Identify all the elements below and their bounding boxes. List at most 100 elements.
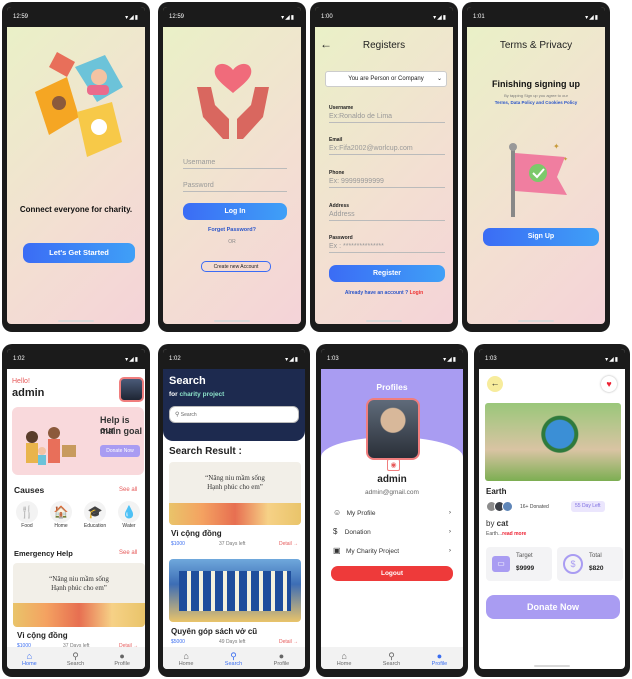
password-input[interactable]: Password: [183, 182, 287, 192]
chevron-right-icon: ›: [448, 547, 451, 554]
status-time: 1:01: [473, 14, 485, 20]
menu-my-charity-project[interactable]: ▣ My Charity Project ›: [333, 544, 451, 558]
home-indicator: [58, 320, 94, 322]
tab-profile-label: Profile: [431, 661, 448, 667]
password-field[interactable]: Ex : ***************: [329, 243, 445, 253]
phone-field[interactable]: Ex: 99999999999: [329, 178, 445, 188]
project-name: Earth: [486, 487, 507, 496]
get-started-button[interactable]: Let's Get Started: [23, 243, 135, 263]
account-type-select[interactable]: You are Person or Company ⌄: [325, 71, 447, 87]
result-card-1-days: 37 Days left: [219, 541, 246, 547]
favorite-heart-icon[interactable]: ♥: [601, 376, 617, 392]
donate-now-button[interactable]: Donate Now: [486, 595, 620, 619]
status-bar: 1:03 ▾◢▮: [321, 349, 463, 369]
phone-label: Phone: [329, 170, 345, 176]
tab-profile[interactable]: ● Profile: [273, 652, 290, 668]
tab-search[interactable]: ⚲ Search: [225, 651, 242, 668]
search-icon: ⚲: [230, 651, 237, 661]
avatar[interactable]: [119, 377, 144, 402]
graduation-cap-icon: 🎓: [84, 501, 106, 523]
hello-text: Hello!: [12, 378, 30, 385]
person-outline-icon: ☺: [333, 508, 342, 517]
user-name: admin: [12, 387, 45, 399]
result-card-2-image[interactable]: [169, 559, 301, 622]
read-more-link[interactable]: read more: [502, 531, 526, 537]
tab-home[interactable]: ⌂ Home: [178, 652, 194, 668]
phone-frame-detail: 1:03 ▾◢▮ ← ♥ Earth 16+ Donated 55 Day Lef…: [474, 344, 630, 677]
register-screen: 1:00 ▾◢▮ ← Registers You are Person or Co…: [315, 7, 453, 324]
cause-home[interactable]: 🏠 Home: [47, 501, 75, 529]
terms-title: Terms & Privacy: [499, 40, 573, 51]
tab-profile[interactable]: ● Profile: [431, 652, 448, 668]
total-label: Total: [589, 553, 602, 559]
profile-photo: [366, 398, 420, 460]
policy-link[interactable]: Terms, Data Policy and Cookies Policy: [467, 100, 605, 105]
briefcase-icon: ▣: [333, 546, 341, 555]
cause-label-home: Home: [54, 523, 68, 529]
causes-see-all[interactable]: See all: [119, 487, 137, 493]
sign-up-button[interactable]: Sign Up: [483, 228, 599, 246]
register-button[interactable]: Register: [329, 265, 445, 282]
tab-home[interactable]: ⌂ Home: [337, 652, 352, 668]
result-card-1-image[interactable]: “Nâng niu mầm sống Hạnh phúc cho em”: [169, 462, 301, 525]
status-time: 12:59: [169, 14, 185, 20]
tab-search[interactable]: ⚲ Search: [67, 652, 84, 668]
login-screen: 12:59 ▾◢▮ Username Password Log In Forget…: [163, 7, 301, 324]
emergency-see-all[interactable]: See all: [119, 550, 137, 556]
home-indicator: [534, 665, 570, 667]
forgot-password-link[interactable]: Forget Password?: [163, 227, 301, 233]
tab-home[interactable]: ⌂ Home: [22, 652, 37, 668]
person-icon: ●: [119, 651, 125, 661]
tab-search[interactable]: ⚲ Search: [383, 651, 400, 668]
tab-bar: ⌂ Home ⚲ Search ● Profile: [163, 647, 305, 669]
tagline: Connect everyone for charity.: [19, 205, 133, 214]
login-prompt: Already have an account ? Login: [315, 290, 453, 296]
username-field[interactable]: Ex:Ronaldo de Lima: [329, 113, 445, 123]
back-button[interactable]: ←: [487, 376, 503, 392]
result-card-1-detail[interactable]: Detail →: [279, 541, 298, 547]
tab-bar: ⌂ Home ⚲ Search ● Profile: [7, 647, 145, 669]
search-icon: ⚲: [388, 651, 395, 661]
menu-donation[interactable]: $ Donation ›: [333, 525, 451, 539]
charity-illustration: [35, 52, 123, 157]
email-field[interactable]: Ex:Fifa2002@worlcup.com: [329, 145, 445, 155]
tab-home-label: Home: [178, 661, 194, 667]
status-icons: ▾◢▮: [585, 14, 599, 21]
description-text: Earth...: [486, 531, 503, 537]
status-time: 1:02: [13, 356, 25, 362]
poster-line-2: Hạnh phúc cho em”: [51, 584, 107, 592]
cause-food[interactable]: 🍴 Food: [13, 501, 41, 529]
chevron-down-icon: ⌄: [436, 76, 442, 82]
status-time: 1:02: [169, 356, 181, 362]
username-input[interactable]: Username: [183, 159, 287, 169]
login-link[interactable]: Login: [410, 290, 424, 296]
water-drop-icon: 💧: [118, 501, 140, 523]
finishing-heading: Finishing signing up: [492, 79, 580, 89]
camera-icon[interactable]: ◉: [387, 459, 400, 471]
help-banner: Help is our main goal Donate Now: [12, 407, 144, 475]
address-field[interactable]: Address: [329, 211, 445, 221]
emergency-card-image[interactable]: “Nâng niu mầm sống Hạnh phúc cho em”: [13, 563, 145, 627]
cause-education[interactable]: 🎓 Education: [81, 501, 109, 529]
menu-my-profile[interactable]: ☺ My Profile ›: [333, 506, 451, 520]
cause-label-education: Education: [83, 523, 107, 529]
logout-button[interactable]: Logout: [331, 566, 453, 581]
menu-label-donation: Donation: [344, 529, 371, 536]
owner-line: by cat: [486, 519, 508, 528]
tab-profile-label: Profile: [273, 661, 290, 667]
tab-profile[interactable]: ● Profile: [114, 651, 130, 668]
target-card: ▭ Target $9999: [486, 547, 552, 581]
profiles-title: Profiles: [376, 382, 408, 392]
cause-water[interactable]: 💧 Water: [115, 501, 143, 529]
status-time: 1:00: [321, 14, 333, 20]
create-account-button[interactable]: Create new Account: [201, 261, 271, 272]
email-label: Email: [329, 137, 343, 143]
food-icon: 🍴: [16, 501, 38, 523]
result-card-2-amount: $5000: [171, 639, 185, 645]
search-box[interactable]: ⚲ Search: [169, 406, 299, 423]
donate-now-button[interactable]: Donate Now: [100, 445, 140, 457]
result-card-2-detail[interactable]: Detail →: [279, 639, 298, 645]
login-button[interactable]: Log In: [183, 203, 287, 220]
description: Earth...read more: [486, 531, 526, 537]
status-bar: 12:59 ▾◢▮: [7, 7, 145, 27]
